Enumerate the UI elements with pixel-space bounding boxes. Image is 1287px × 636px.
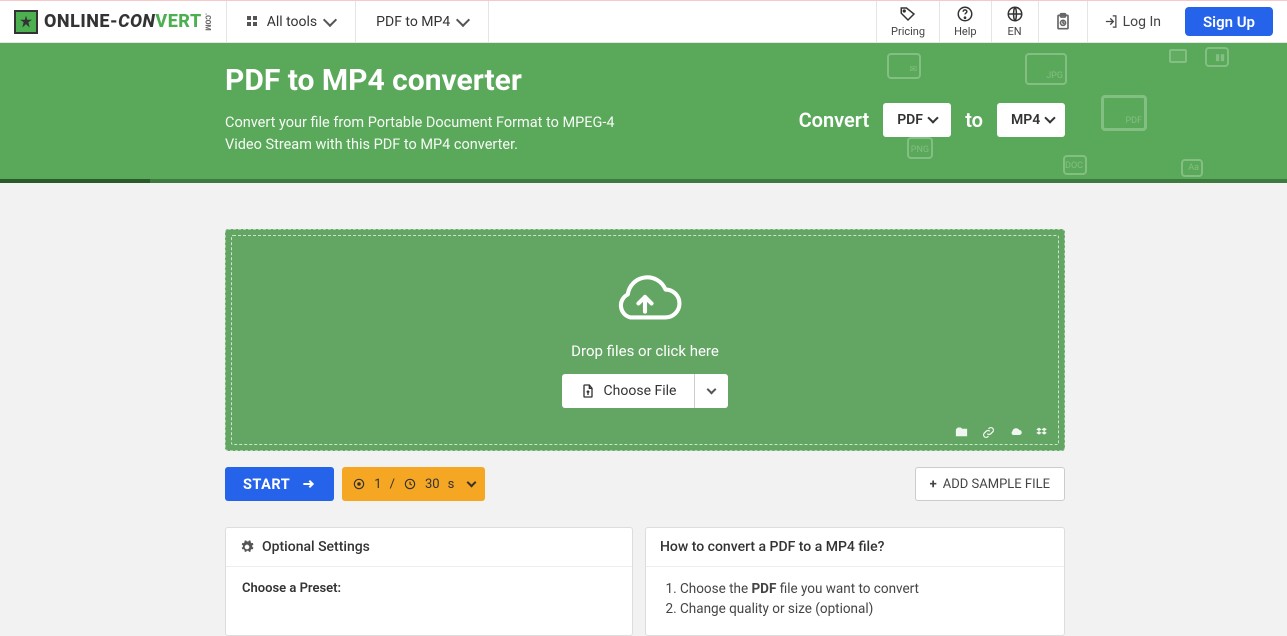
source-format-dropdown[interactable]: PDF [883, 103, 951, 137]
language-dropdown[interactable]: EN [991, 1, 1038, 42]
choose-file-dropdown[interactable] [694, 374, 728, 408]
settings-heading: Optional Settings [262, 539, 370, 555]
drop-label: Drop files or click here [571, 342, 719, 360]
globe-icon [1006, 5, 1024, 23]
howto-panel: How to convert a PDF to a MP4 file? Choo… [645, 527, 1065, 636]
all-tools-dropdown[interactable]: All tools [227, 1, 356, 42]
file-count: 1 [374, 477, 381, 492]
page-title: PDF to MP4 converter [225, 63, 645, 98]
clipboard-button[interactable] [1038, 1, 1088, 42]
brand-text-2: CON [118, 11, 155, 32]
to-label: to [965, 108, 983, 132]
gear-icon [240, 540, 254, 554]
brand-suffix: .COM [204, 13, 212, 31]
help-label: Help [954, 25, 977, 38]
howto-step-2: Change quality or size (optional) [680, 601, 1048, 617]
all-tools-label: All tools [267, 14, 317, 30]
brand-text-1: ONLINE- [44, 11, 118, 32]
cloud-source-icon[interactable] [1008, 425, 1023, 440]
duration-value: 30 [425, 477, 440, 492]
link-icon[interactable] [981, 425, 996, 440]
grid-icon [247, 16, 259, 28]
chevron-down-icon [323, 12, 337, 26]
current-tool-dropdown[interactable]: PDF to MP4 [356, 1, 489, 42]
add-sample-button[interactable]: + ADD SAMPLE FILE [915, 467, 1065, 501]
duration-unit: s [448, 477, 455, 492]
queue-indicator[interactable]: 1 / 30 s [342, 467, 485, 501]
current-tool-label: PDF to MP4 [376, 14, 450, 30]
separator: / [390, 477, 395, 492]
start-button[interactable]: START [225, 467, 334, 501]
drop-zone[interactable]: Drop files or click here Choose File [225, 229, 1065, 451]
upload-cloud-icon [604, 272, 686, 330]
convert-label: Convert [799, 108, 870, 132]
brand-text-3: VERT [155, 11, 201, 32]
page-description: Convert your file from Portable Document… [225, 112, 645, 156]
clock-icon [403, 477, 417, 491]
arrow-right-icon [300, 476, 316, 492]
signup-button[interactable]: Sign Up [1185, 7, 1273, 36]
clipboard-icon [1053, 12, 1073, 32]
hero-banner: ✉ JPG ▮▮ PDF PNG DOC Aa PDF to MP4 conve… [0, 43, 1287, 183]
target-format-value: MP4 [1011, 112, 1040, 128]
tag-icon [899, 5, 917, 23]
chevron-down-icon [707, 384, 717, 394]
help-link[interactable]: Help [939, 1, 991, 42]
chevron-down-icon [467, 477, 477, 487]
logo-icon [14, 10, 38, 34]
target-format-dropdown[interactable]: MP4 [997, 103, 1065, 137]
choose-file-label: Choose File [604, 383, 677, 399]
lang-label: EN [1008, 25, 1022, 38]
folder-icon[interactable] [954, 425, 969, 440]
logo[interactable]: ONLINE-CONVERT .COM [0, 1, 227, 42]
chevron-down-icon [927, 113, 938, 124]
pricing-label: Pricing [891, 25, 925, 38]
pricing-link[interactable]: Pricing [876, 1, 939, 42]
login-label: Log In [1123, 14, 1161, 30]
chevron-down-icon [1045, 113, 1056, 124]
preset-label: Choose a Preset: [242, 581, 616, 596]
source-format-value: PDF [897, 112, 923, 128]
howto-step-1: Choose the PDF file you want to convert [680, 581, 1048, 597]
howto-heading: How to convert a PDF to a MP4 file? [660, 539, 884, 555]
add-sample-label: ADD SAMPLE FILE [943, 477, 1050, 492]
login-icon [1104, 14, 1119, 29]
disc-icon [352, 477, 366, 491]
login-link[interactable]: Log In [1088, 1, 1177, 42]
file-icon [580, 383, 596, 399]
chevron-down-icon [456, 12, 470, 26]
help-icon [956, 5, 974, 23]
optional-settings-panel: Optional Settings Choose a Preset: [225, 527, 633, 636]
choose-file-button[interactable]: Choose File [562, 374, 695, 408]
start-label: START [243, 476, 290, 493]
dropbox-icon[interactable] [1035, 425, 1050, 440]
